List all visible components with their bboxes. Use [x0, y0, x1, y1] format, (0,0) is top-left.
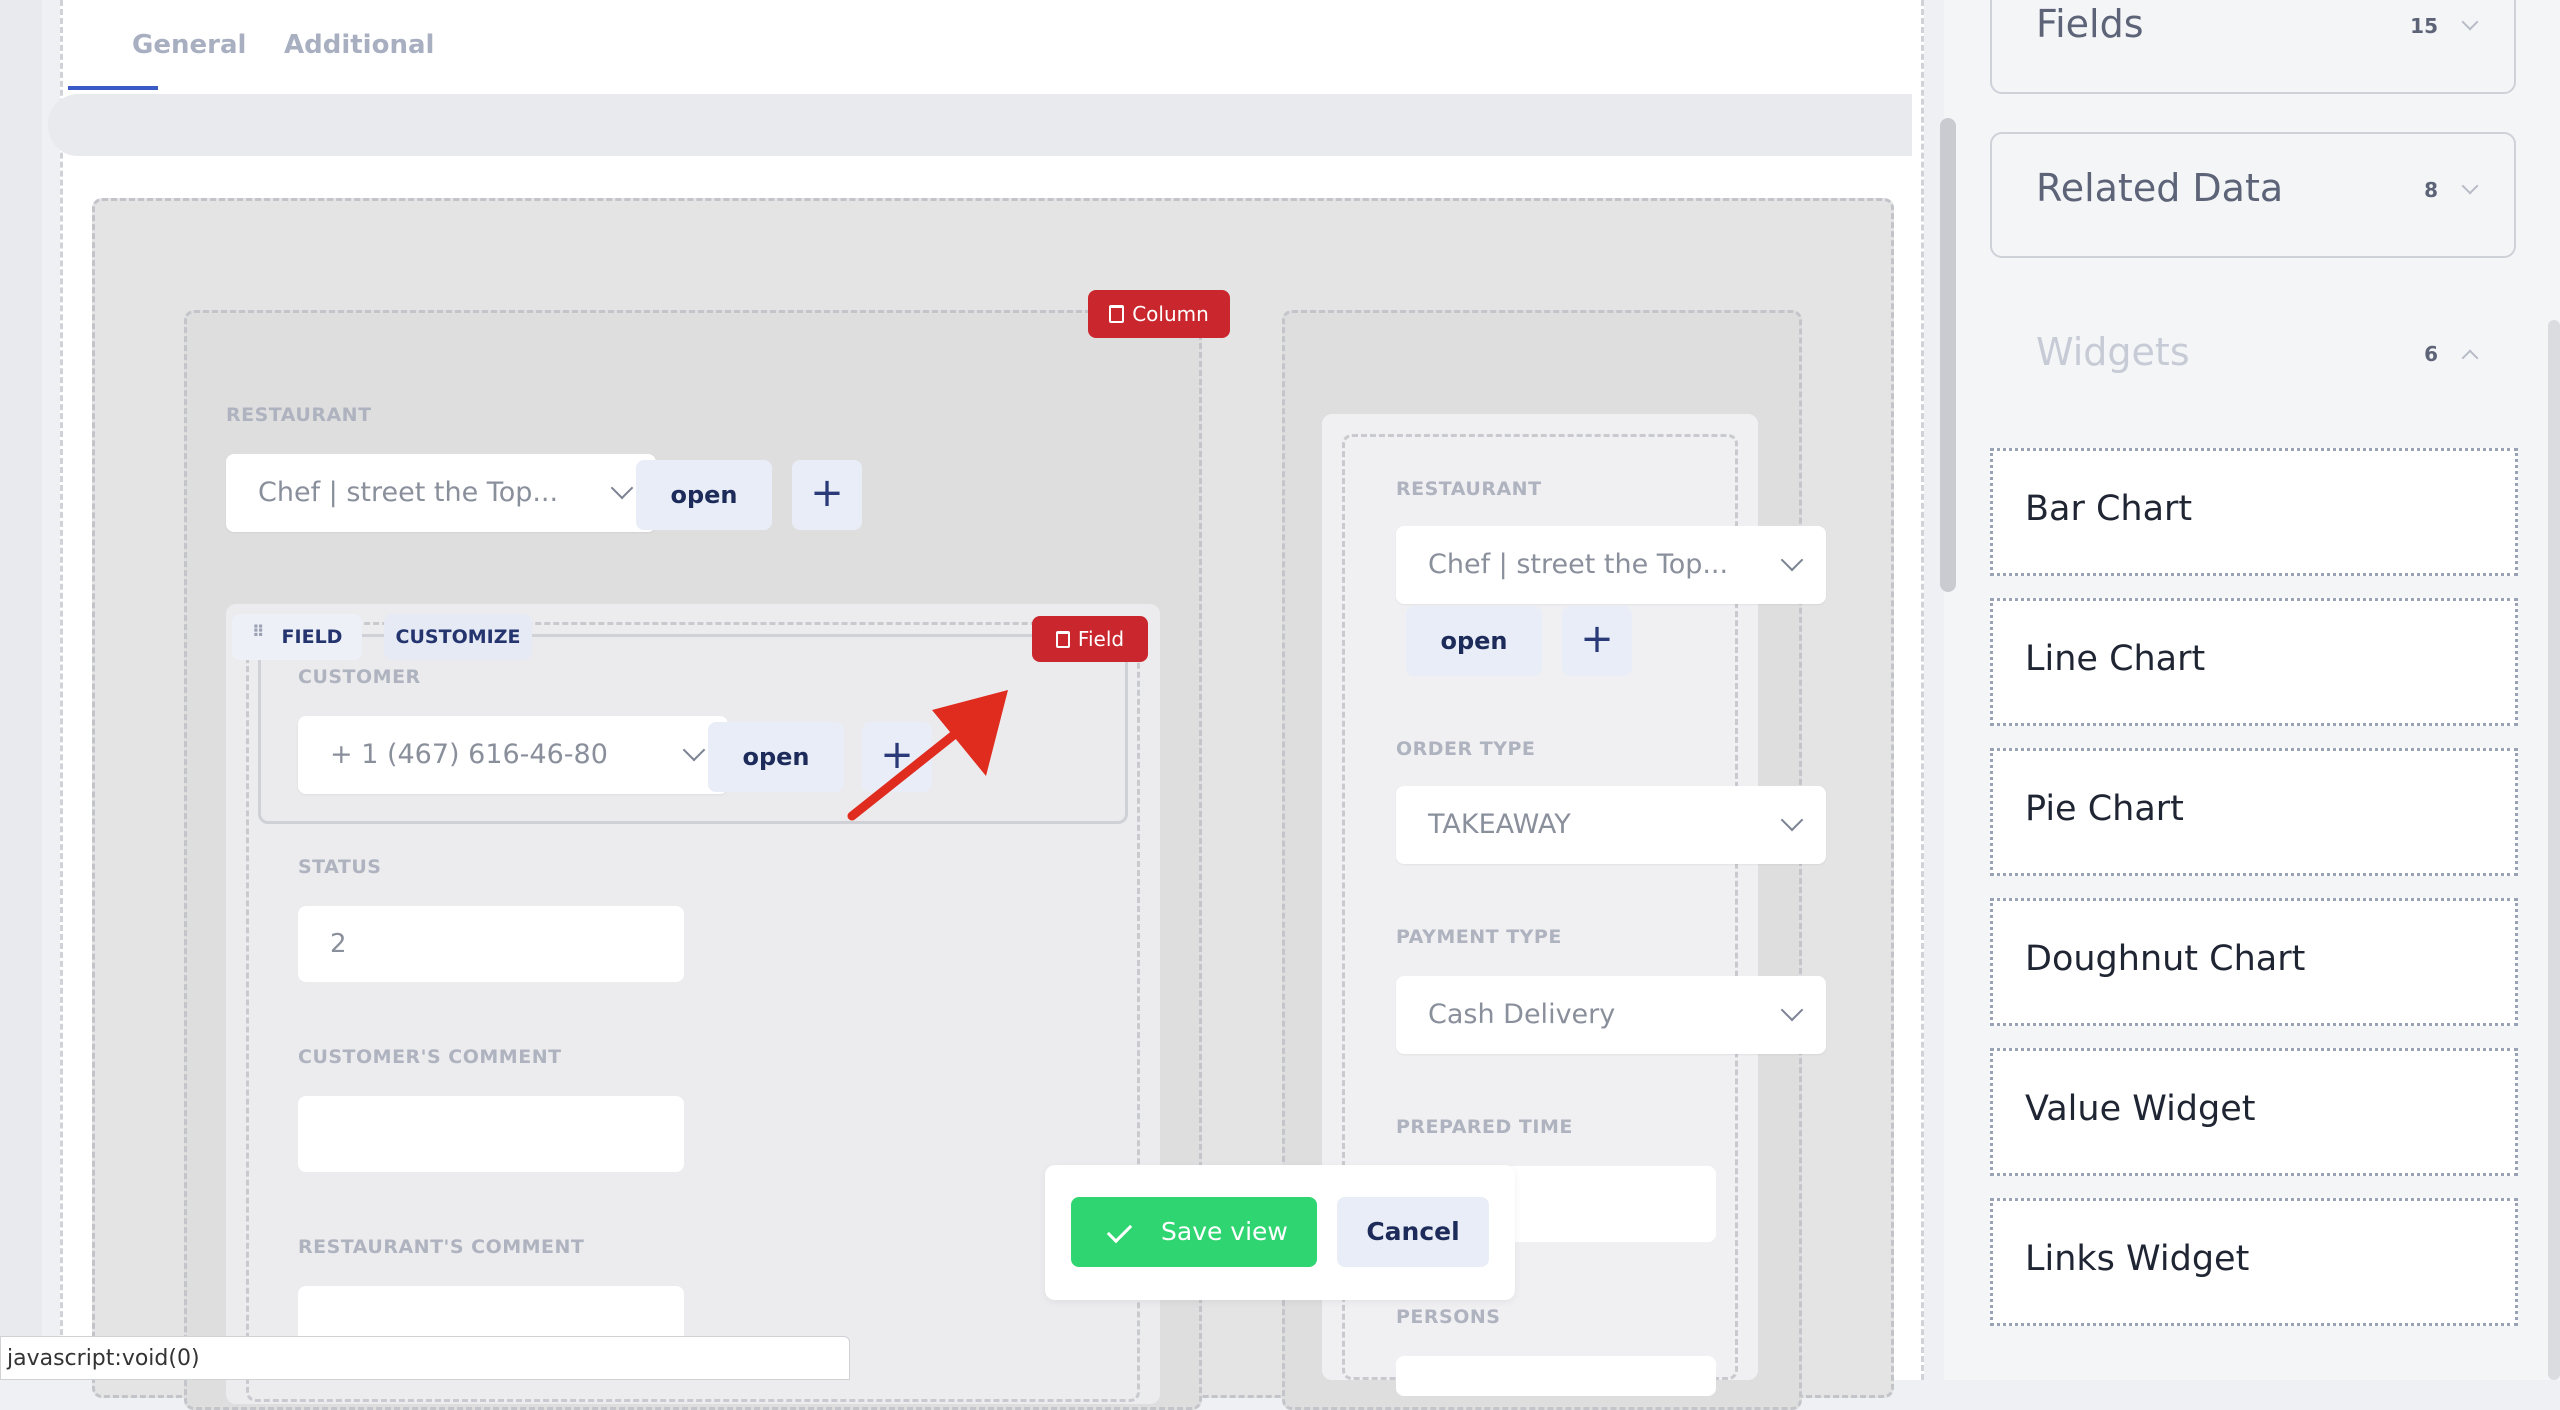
widgets-section-title: Widgets [2036, 330, 2190, 374]
delete-field-label: Field [1077, 627, 1125, 651]
annotation-arrow-icon [847, 690, 1008, 821]
fields-section-title: Fields [2036, 2, 2144, 46]
customer-comment-input[interactable] [298, 1096, 684, 1172]
field-pill-label: FIELD [281, 626, 343, 648]
cancel-button[interactable]: Cancel [1337, 1197, 1489, 1267]
customer-select-value: + 1 (467) 616-46-80 [330, 739, 608, 770]
related-data-section-header[interactable]: Related Data 8 [1990, 132, 2516, 258]
widget-item-value-widget[interactable]: Value Widget [1990, 1048, 2518, 1176]
chevron-down-icon [610, 476, 634, 500]
customer-open-button[interactable]: open [708, 722, 844, 792]
widget-item-label: Pie Chart [2025, 789, 2184, 829]
widget-item-line-chart[interactable]: Line Chart [1990, 598, 2518, 726]
fields-count-badge: 15 [2410, 14, 2438, 38]
left-edge-strip [0, 0, 42, 1380]
delete-field-button[interactable]: Field [1032, 616, 1148, 662]
payment-type-label: PAYMENT TYPE [1396, 926, 1562, 948]
restaurant-comment-label: RESTAURANT'S COMMENT [298, 1236, 585, 1258]
status-input[interactable]: 2 [298, 906, 684, 982]
restaurant-select[interactable]: Chef | street the Top... [226, 454, 656, 532]
delete-column-label: Column [1132, 302, 1209, 326]
customize-button[interactable]: CUSTOMIZE [384, 614, 532, 660]
widget-item-doughnut-chart[interactable]: Doughnut Chart [1990, 898, 2518, 1026]
widgets-count-badge: 6 [2424, 342, 2438, 366]
trash-icon [1109, 305, 1125, 323]
field-pill[interactable]: ⠿ FIELD [232, 614, 362, 660]
right-restaurant-open-button[interactable]: open [1406, 606, 1542, 676]
payment-type-select-value: Cash Delivery [1428, 999, 1616, 1030]
active-tab-indicator [68, 86, 158, 90]
restaurant-label: RESTAURANT [226, 404, 372, 426]
save-view-label: Save view [1161, 1217, 1288, 1246]
widget-item-label: Bar Chart [2025, 489, 2193, 529]
save-view-button[interactable]: Save view [1071, 1197, 1317, 1267]
sidebar-scrollbar[interactable] [2548, 320, 2560, 1380]
widget-item-bar-chart[interactable]: Bar Chart [1990, 448, 2518, 576]
related-data-count-badge: 8 [2424, 178, 2438, 202]
tab-additional[interactable]: Additional [284, 30, 434, 60]
delete-column-button[interactable]: Column [1088, 290, 1230, 338]
tab-general[interactable]: General [132, 30, 246, 60]
customer-select[interactable]: + 1 (467) 616-46-80 [298, 716, 728, 794]
payment-type-select[interactable]: Cash Delivery [1396, 976, 1826, 1054]
browser-status-bar: javascript:void(0) [0, 1336, 850, 1380]
prepared-time-label: PREPARED TIME [1396, 1116, 1573, 1138]
restaurant-select-value: Chef | street the Top... [258, 477, 559, 508]
customer-label: CUSTOMER [298, 666, 421, 688]
right-restaurant-select[interactable]: Chef | street the Top... [1396, 526, 1826, 604]
tab-bar: General Additional [64, 0, 1912, 70]
chevron-down-icon [2461, 13, 2479, 31]
order-type-label: ORDER TYPE [1396, 738, 1536, 760]
chevron-down-icon [2461, 177, 2479, 195]
restaurant-add-button[interactable]: + [792, 460, 862, 530]
order-type-select[interactable]: TAKEAWAY [1396, 786, 1826, 864]
right-restaurant-select-value: Chef | street the Top... [1428, 549, 1729, 580]
widget-item-label: Links Widget [2025, 1239, 2250, 1279]
chevron-down-icon [1780, 998, 1804, 1022]
widget-item-pie-chart[interactable]: Pie Chart [1990, 748, 2518, 876]
chevron-down-icon [682, 738, 706, 762]
persons-input[interactable] [1396, 1356, 1716, 1396]
right-restaurant-label: RESTAURANT [1396, 478, 1542, 500]
widget-item-label: Line Chart [2025, 639, 2206, 679]
right-restaurant-add-button[interactable]: + [1562, 606, 1632, 676]
widget-item-links-widget[interactable]: Links Widget [1990, 1198, 2518, 1326]
fields-section-header[interactable]: Fields 15 [1990, 0, 2516, 94]
related-data-section-title: Related Data [2036, 166, 2284, 210]
save-view-bar: Save view Cancel [1045, 1165, 1515, 1300]
status-label: STATUS [298, 856, 382, 878]
order-type-select-value: TAKEAWAY [1428, 809, 1571, 840]
canvas-scrollbar[interactable] [1940, 118, 1956, 592]
customer-comment-label: CUSTOMER'S COMMENT [298, 1046, 562, 1068]
check-icon [1106, 1217, 1133, 1244]
chevron-up-icon [2461, 349, 2479, 367]
chevron-down-icon [1780, 808, 1804, 832]
section-divider-band [48, 94, 1912, 156]
widgets-section-header[interactable]: Widgets 6 [1990, 296, 2516, 422]
widget-item-label: Doughnut Chart [2025, 939, 2306, 979]
widget-item-label: Value Widget [2025, 1089, 2256, 1129]
restaurant-open-button[interactable]: open [636, 460, 772, 530]
drag-handle-icon[interactable]: ⠿ [252, 624, 267, 640]
chevron-down-icon [1780, 548, 1804, 572]
persons-label: PERSONS [1396, 1306, 1501, 1328]
trash-icon [1055, 631, 1070, 648]
